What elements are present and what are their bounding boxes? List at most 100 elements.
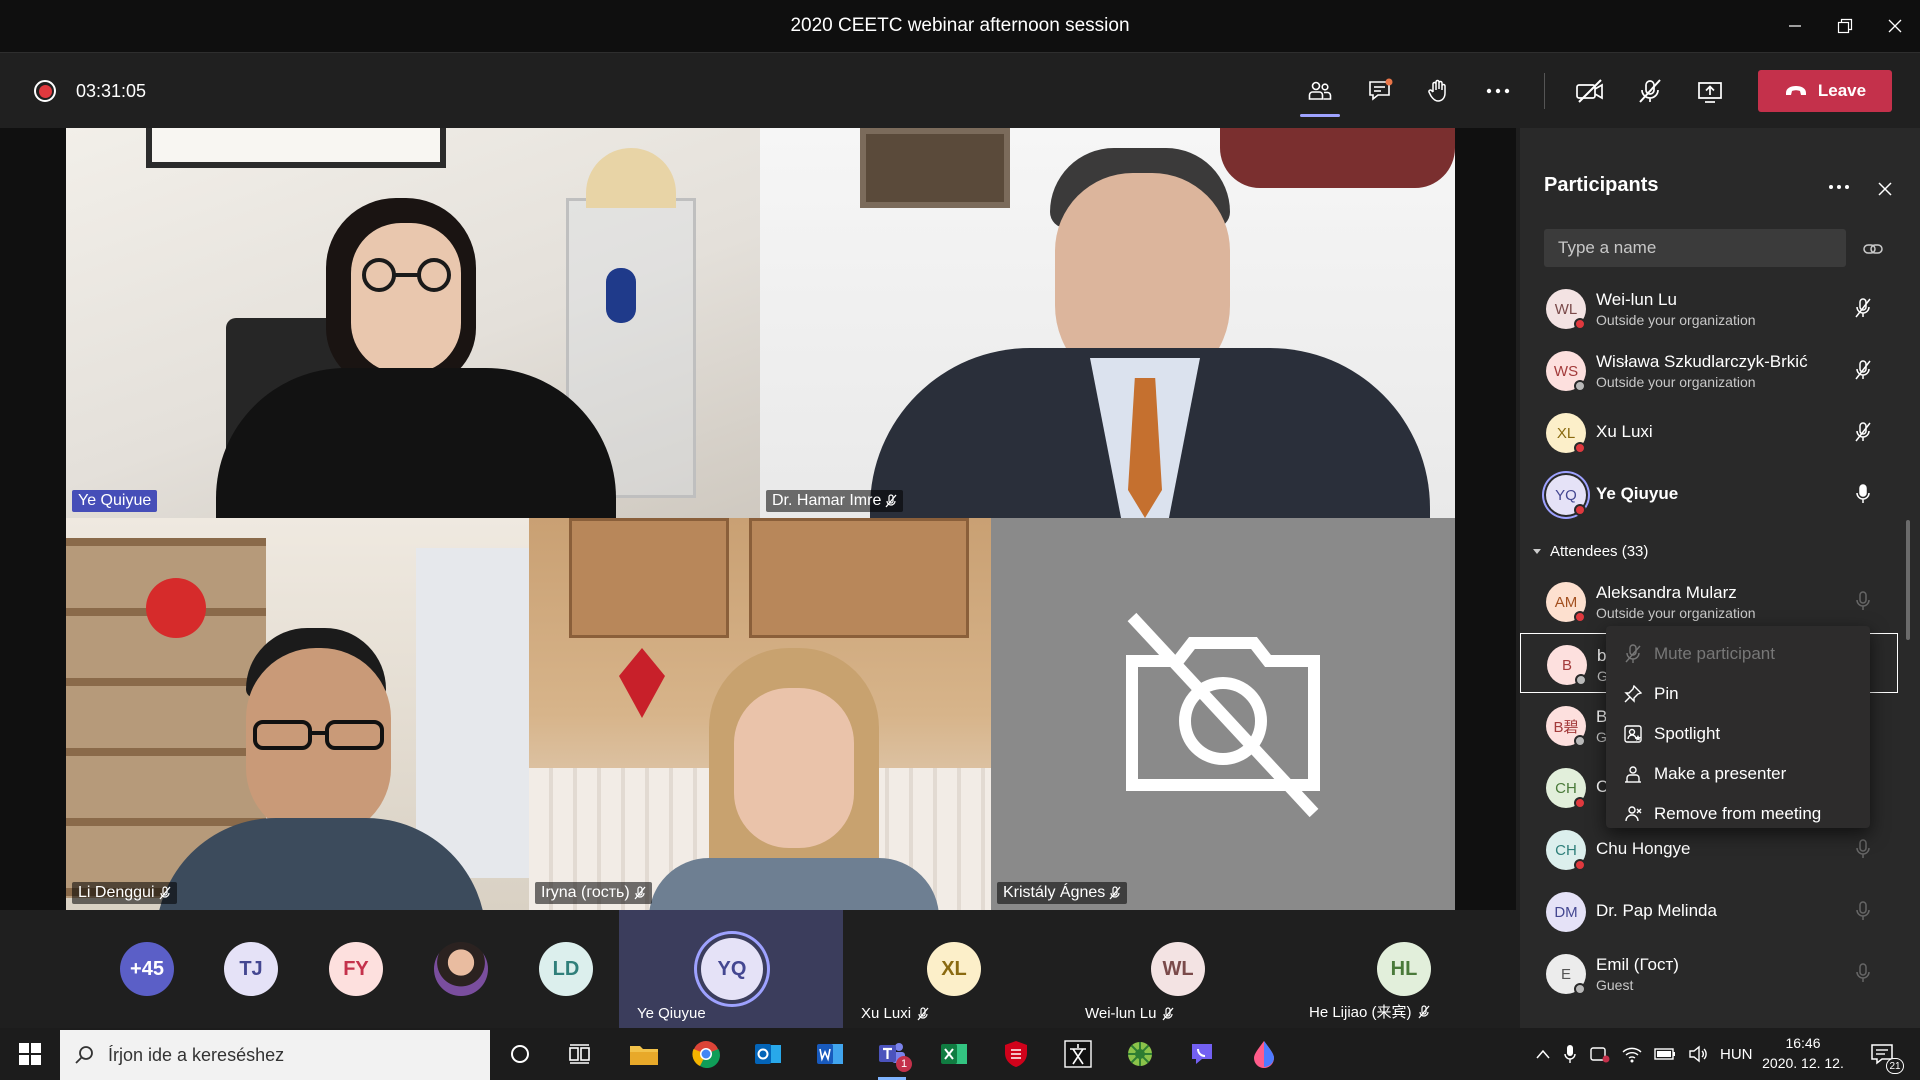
strip-tile[interactable]: WL Wei-lun Lu [1067,910,1291,1028]
tile-name-label: Ye Quiyue [72,490,158,512]
window-title: 2020 CEETC webinar afternoon session [790,15,1130,36]
tile-name-label: Iryna (гость) [535,882,652,904]
close-icon [1878,182,1892,196]
mic-off-icon [1850,588,1876,614]
link-icon [1863,244,1883,254]
panel-scrollbar[interactable] [1906,520,1910,640]
mic-off-icon [1109,886,1121,900]
participant-row[interactable]: DM Dr. Pap Melinda [1520,881,1920,941]
show-participants-button[interactable] [1300,71,1340,117]
taskbar-app-chrome[interactable] [686,1034,726,1074]
participant-name: Wei-lun Lu [1596,290,1677,309]
participant-subtitle: Outside your organization [1596,312,1756,328]
video-tile[interactable]: Ye Quiyue [66,128,760,518]
avatar[interactable]: FY [329,942,383,996]
panel-close-button[interactable] [1872,176,1898,202]
mic-off-icon [1850,836,1876,862]
menu-item-spotlight[interactable]: Spotlight [1606,714,1870,754]
taskbar-app-word[interactable] [810,1034,850,1074]
cortana-button[interactable] [500,1034,540,1074]
taskbar-app-wheel[interactable] [1120,1034,1160,1074]
windows-logo-icon [19,1043,41,1065]
taskbar-app-excel[interactable] [934,1034,974,1074]
show-conversation-button[interactable] [1360,71,1400,111]
taskbar-app-security[interactable] [996,1034,1036,1074]
participant-row[interactable]: YQ Ye Qiuyue [1520,464,1920,524]
camera-toggle-button[interactable] [1570,71,1610,111]
participant-strip: +45 TJ FY LD YQ Ye Qiuyue XL Xu Luxi WL … [0,910,1516,1028]
chat-icon [1369,78,1393,101]
overflow-participants-button[interactable]: +45 [120,942,174,996]
toolbar-divider [1544,73,1545,109]
chevron-up-icon [1536,1049,1550,1059]
task-view-button[interactable] [560,1034,600,1074]
avatar: WL [1151,942,1205,996]
panel-title: Participants [1544,174,1659,196]
raise-hand-icon [1428,79,1446,102]
tile-name-label: Kristály Ágnes [997,882,1128,904]
avatar: XL [927,942,981,996]
video-tile[interactable]: Iryna (гость) [529,518,991,910]
strip-tile[interactable]: HL He Lijiao (来宾) [1291,910,1516,1028]
avatar-photo[interactable] [434,942,488,996]
minimize-icon [1789,25,1801,27]
menu-item-remove-from-meeting[interactable]: Remove from meeting [1606,794,1870,834]
participant-row[interactable]: AM Aleksandra Mularz Outside your organi… [1520,571,1920,631]
taskbar-app-teams[interactable]: 1 [872,1034,912,1080]
participant-row[interactable]: XL Xu Luxi [1520,402,1920,462]
mic-off-icon [1850,960,1876,986]
wheel-icon [1128,1042,1152,1066]
start-button[interactable] [10,1034,50,1074]
taskbar-app-dictionary[interactable] [1058,1034,1098,1074]
panel-more-button[interactable] [1824,172,1854,202]
decor-vase [606,268,636,323]
tile-name-label: Dr. Hamar Imre [766,490,904,512]
avatar[interactable]: TJ [224,942,278,996]
attendees-header[interactable]: Attendees (33) [1532,543,1648,560]
video-tile[interactable]: Li Denggui [66,518,529,910]
notification-center-button[interactable]: 21 [1862,1034,1904,1074]
close-button[interactable] [1870,0,1920,52]
remove-person-icon [1625,806,1642,822]
taskbar-app-paint[interactable] [1244,1034,1284,1074]
participant-name: Dr. Pap Melinda [1596,901,1717,920]
leave-button[interactable]: Leave [1758,70,1892,112]
taskbar-app-outlook[interactable] [748,1034,788,1074]
taskbar-search-box[interactable]: Írjon ide a kereséshez [60,1030,490,1080]
restore-button[interactable] [1820,0,1870,52]
drop-icon [1254,1041,1274,1068]
strip-tile-name: Xu Luxi [861,1005,929,1022]
participant-row[interactable]: WL Wei-lun Lu Outside your organization [1520,278,1920,338]
strip-tile[interactable]: XL Xu Luxi [843,910,1067,1028]
more-actions-button[interactable] [1478,71,1518,111]
participant-search-input[interactable] [1544,229,1846,267]
share-invite-button[interactable] [1860,236,1886,262]
video-stage: Ye Quiyue Dr. Hamar Imre Li Denggui Iryn… [0,128,1516,910]
system-tray: HUN [1536,1028,1753,1080]
menu-item-make-presenter[interactable]: Make a presenter [1606,754,1870,794]
share-content-button[interactable] [1690,71,1730,111]
notification-count-badge: 21 [1886,1058,1904,1074]
window-curtain [416,548,529,878]
avatar[interactable]: LD [539,942,593,996]
mic-off-icon [1162,1006,1174,1020]
raise-hand-button[interactable] [1418,71,1458,111]
red-lantern [146,578,206,638]
mic-toggle-button[interactable] [1630,71,1670,111]
excel-icon [941,1044,967,1064]
window-controls [1770,0,1920,52]
menu-item-pin[interactable]: Pin [1606,674,1870,714]
title-bar: 2020 CEETC webinar afternoon session [0,0,1920,52]
video-tile[interactable]: Dr. Hamar Imre [760,128,1455,518]
participant-row[interactable]: E Emil (Гост) Guest [1520,943,1920,1003]
strip-tile[interactable]: YQ Ye Qiuyue [619,910,843,1028]
language-indicator[interactable]: HUN [1720,1046,1753,1063]
minimize-button[interactable] [1770,0,1820,52]
video-tile[interactable]: Kristály Ágnes [991,518,1455,910]
taskbar-app-viber[interactable] [1182,1034,1222,1074]
taskbar-clock[interactable]: 16:46 2020. 12. 12. [1758,1033,1848,1073]
participant-row[interactable]: WS Wisława Szkudlarczyk-Brkić Outside yo… [1520,340,1920,400]
participant-name: Wisława Szkudlarczyk-Brkić [1596,352,1808,371]
taskbar-app-file-explorer[interactable] [624,1034,664,1074]
menu-item-mute-participant[interactable]: Mute participant [1606,634,1870,674]
